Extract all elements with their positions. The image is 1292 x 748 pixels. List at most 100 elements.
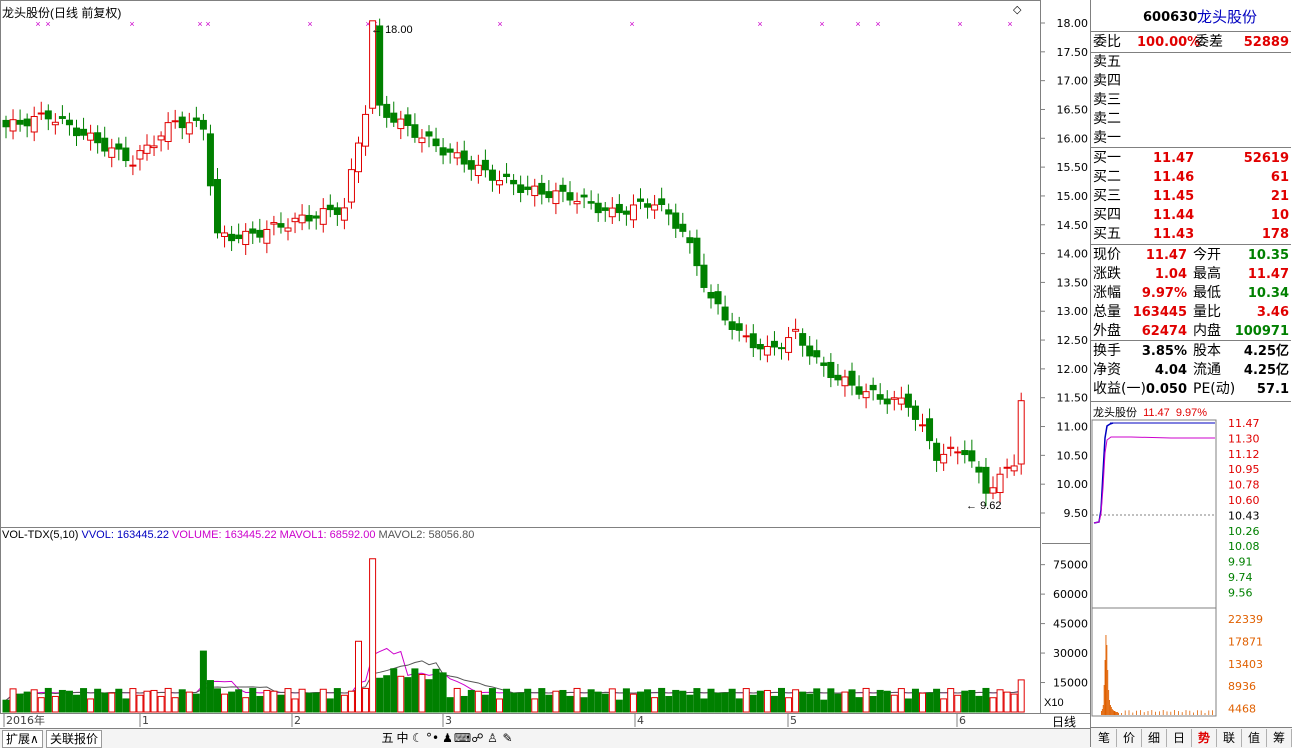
volume-bar[interactable] bbox=[263, 689, 271, 713]
volume-bar[interactable] bbox=[615, 699, 623, 713]
volume-bar[interactable] bbox=[474, 690, 482, 713]
volume-bar[interactable] bbox=[340, 694, 348, 713]
candle-body[interactable] bbox=[101, 137, 109, 152]
volume-bar[interactable] bbox=[178, 689, 186, 713]
candle-body[interactable] bbox=[721, 306, 729, 321]
candle-body[interactable] bbox=[700, 264, 708, 288]
candle-body[interactable] bbox=[270, 222, 278, 225]
candle-body[interactable] bbox=[199, 119, 207, 130]
candle-body[interactable] bbox=[326, 204, 334, 211]
volume-bar[interactable] bbox=[876, 689, 884, 713]
volume-bar[interactable] bbox=[44, 687, 52, 713]
candle-body[interactable] bbox=[73, 127, 80, 137]
volume-bar[interactable] bbox=[418, 673, 426, 713]
volume-bar[interactable] bbox=[524, 688, 532, 713]
candle-body[interactable] bbox=[284, 227, 292, 232]
volume-bar[interactable] bbox=[799, 691, 807, 713]
volume-bar[interactable] bbox=[644, 689, 652, 713]
candle-body[interactable] bbox=[552, 190, 560, 205]
volume-bar[interactable] bbox=[199, 650, 207, 713]
volume-bar[interactable] bbox=[164, 687, 172, 713]
candle-body[interactable] bbox=[2, 119, 10, 128]
candle-body[interactable] bbox=[136, 150, 144, 160]
volume-bar[interactable] bbox=[1017, 679, 1025, 713]
volume-bar[interactable] bbox=[115, 688, 123, 713]
candle-body[interactable] bbox=[362, 113, 370, 147]
candle-body[interactable] bbox=[538, 182, 546, 195]
candle-body[interactable] bbox=[615, 203, 623, 214]
volume-bar[interactable] bbox=[975, 695, 983, 713]
volume-bar[interactable] bbox=[735, 698, 743, 713]
candle-body[interactable] bbox=[834, 374, 842, 381]
volume-bar[interactable] bbox=[488, 688, 496, 713]
candle-body[interactable] bbox=[679, 223, 687, 232]
event-marker[interactable]: × bbox=[129, 19, 134, 29]
volume-bar[interactable] bbox=[94, 688, 102, 713]
volume-bar[interactable] bbox=[390, 668, 398, 713]
candle-body[interactable] bbox=[594, 202, 602, 214]
volume-bar[interactable] bbox=[376, 677, 384, 713]
candle-body[interactable] bbox=[305, 214, 313, 222]
stock-name[interactable]: 龙头股份 bbox=[1197, 8, 1257, 27]
volume-bar[interactable] bbox=[9, 688, 17, 713]
candle-body[interactable] bbox=[439, 147, 447, 156]
candle-body[interactable] bbox=[975, 466, 983, 473]
volume-bar[interactable] bbox=[580, 697, 588, 713]
volume-bar[interactable] bbox=[228, 691, 236, 713]
volume-bar[interactable] bbox=[517, 692, 525, 713]
candle-body[interactable] bbox=[411, 124, 419, 138]
candle-body[interactable] bbox=[178, 116, 186, 129]
candle-body[interactable] bbox=[115, 143, 123, 150]
candle-body[interactable] bbox=[601, 207, 609, 211]
volume-bar[interactable] bbox=[23, 691, 31, 713]
candle-body[interactable] bbox=[44, 110, 52, 120]
candle-body[interactable] bbox=[545, 191, 553, 199]
volume-bar[interactable] bbox=[841, 691, 849, 713]
candle-body[interactable] bbox=[206, 133, 214, 187]
candle-body[interactable] bbox=[778, 347, 785, 350]
candle-body[interactable] bbox=[629, 204, 637, 221]
volume-bar[interactable] bbox=[813, 688, 821, 713]
volume-bar[interactable] bbox=[658, 687, 666, 713]
volume-bar[interactable] bbox=[326, 698, 334, 713]
candle-body[interactable] bbox=[1010, 465, 1018, 472]
volume-bar[interactable] bbox=[425, 679, 433, 713]
candle-body[interactable] bbox=[686, 237, 694, 244]
volume-bar[interactable] bbox=[573, 687, 581, 713]
candle-body[interactable] bbox=[855, 386, 863, 395]
candle-body[interactable] bbox=[954, 451, 962, 454]
volume-bar[interactable] bbox=[728, 688, 736, 713]
volume-bar[interactable] bbox=[714, 692, 722, 713]
candle-body[interactable] bbox=[94, 132, 102, 144]
volume-bar[interactable] bbox=[904, 698, 912, 713]
candle-body[interactable] bbox=[608, 207, 616, 218]
candle-body[interactable] bbox=[397, 118, 405, 130]
volume-bar[interactable] bbox=[319, 688, 327, 713]
volume-bar[interactable] bbox=[665, 695, 673, 713]
candle-body[interactable] bbox=[150, 145, 158, 149]
candle-body[interactable] bbox=[16, 119, 24, 125]
volume-bar[interactable] bbox=[460, 695, 468, 713]
candle-body[interactable] bbox=[80, 128, 88, 136]
candle-body[interactable] bbox=[919, 424, 926, 427]
volume-bar[interactable] bbox=[982, 687, 990, 713]
candle-body[interactable] bbox=[23, 118, 31, 127]
candle-body[interactable] bbox=[425, 131, 433, 137]
candle-body[interactable] bbox=[312, 215, 320, 219]
volume-bar[interactable] bbox=[510, 692, 518, 713]
candle-body[interactable] bbox=[235, 234, 243, 240]
volume-bar[interactable] bbox=[16, 693, 24, 713]
right-tab[interactable]: 筹 bbox=[1267, 729, 1292, 747]
volume-bar[interactable] bbox=[883, 690, 891, 713]
volume-bar[interactable] bbox=[101, 692, 109, 713]
volume-bar[interactable] bbox=[369, 558, 377, 713]
volume-bar[interactable] bbox=[700, 698, 708, 713]
volume-bar[interactable] bbox=[559, 689, 567, 713]
volume-bar[interactable] bbox=[30, 689, 38, 713]
candle-body[interactable] bbox=[376, 25, 384, 106]
volume-bar[interactable] bbox=[679, 690, 687, 713]
candle-body[interactable] bbox=[87, 132, 95, 141]
volume-bar[interactable] bbox=[51, 695, 59, 713]
candle-body[interactable] bbox=[390, 112, 398, 123]
candle-body[interactable] bbox=[904, 393, 912, 408]
